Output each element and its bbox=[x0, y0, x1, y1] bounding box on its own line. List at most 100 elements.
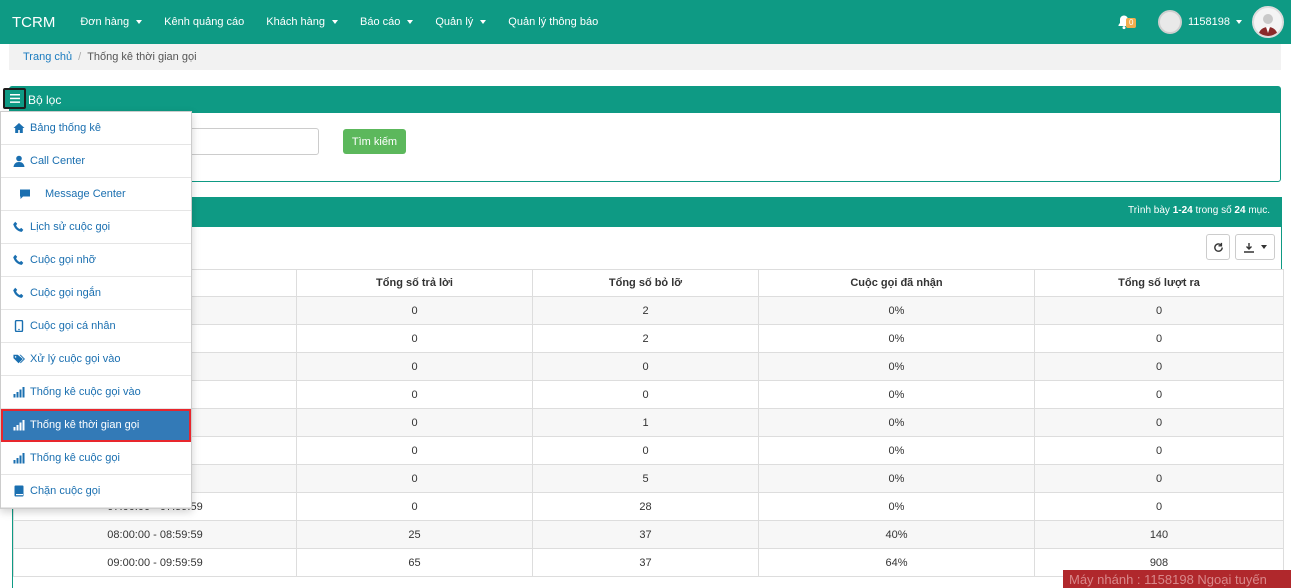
menu-item-incoming-stats[interactable]: Thống kê cuộc gọi vào bbox=[1, 376, 191, 409]
cell-outgoing: 140 bbox=[1034, 520, 1284, 549]
cell-answered: 0 bbox=[296, 436, 533, 465]
breadcrumb-home-link[interactable]: Trang chủ bbox=[23, 51, 72, 63]
user-icon bbox=[13, 155, 25, 167]
extension-status-bar: Máy nhánh : 1158198 Ngoại tuyến bbox=[1063, 570, 1291, 588]
menu-item-label: Thống kê cuộc gọi bbox=[30, 452, 120, 464]
filter-panel: Bộ lọc Tìm kiếm bbox=[9, 86, 1281, 182]
filter-panel-header: Bộ lọc bbox=[10, 87, 1280, 113]
nav-management[interactable]: Quản lý bbox=[424, 16, 497, 28]
menu-toggle-button[interactable] bbox=[3, 88, 26, 109]
menu-item-short-calls[interactable]: Cuộc gọi ngắn bbox=[1, 277, 191, 310]
report-panel-header: Trình bày 1-24 trong số 24 mục. bbox=[13, 197, 1281, 227]
table-row: 08:00:00 - 08:59:59 25 37 40% 140 bbox=[13, 520, 1284, 549]
summary-suffix: mục. bbox=[1245, 205, 1270, 216]
cell-outgoing: 0 bbox=[1034, 324, 1284, 353]
tags-icon bbox=[13, 353, 25, 365]
cell-answered: 0 bbox=[296, 408, 533, 437]
column-header-received-rate[interactable]: Cuộc gọi đã nhận bbox=[758, 269, 1035, 297]
top-navbar: TCRM Đơn hàng Kênh quảng cáo Khách hàng … bbox=[0, 0, 1291, 44]
cell-answered: 0 bbox=[296, 324, 533, 353]
cell-missed: 2 bbox=[532, 296, 759, 325]
menu-item-label: Cuộc gọi nhỡ bbox=[30, 254, 96, 266]
menu-item-personal-calls[interactable]: Cuộc gọi cá nhân bbox=[1, 310, 191, 343]
mobile-icon bbox=[13, 320, 25, 332]
breadcrumb: Trang chủ / Thống kê thời gian gọi bbox=[9, 44, 1281, 70]
menu-item-call-duration-stats[interactable]: Thống kê thời gian gọi bbox=[1, 409, 191, 442]
cell-missed: 28 bbox=[532, 492, 759, 521]
table-row: 07:00:00 - 07:59:590280%0 bbox=[13, 492, 1284, 521]
export-icon bbox=[1244, 242, 1254, 253]
notification-bell[interactable]: 0 bbox=[1116, 10, 1140, 34]
table-row: 59010%0 bbox=[13, 408, 1284, 437]
menu-item-call-stats[interactable]: Thống kê cuộc gọi bbox=[1, 442, 191, 475]
user-status-avatar bbox=[1157, 10, 1182, 34]
table-toolbar bbox=[1206, 234, 1275, 260]
export-button[interactable] bbox=[1235, 234, 1275, 260]
message-icon bbox=[19, 188, 31, 200]
refresh-button[interactable] bbox=[1206, 234, 1230, 260]
menu-item-call-center[interactable]: Call Center bbox=[1, 145, 191, 178]
breadcrumb-separator: / bbox=[78, 51, 82, 63]
column-header-outgoing[interactable]: Tổng số lượt ra bbox=[1034, 269, 1284, 297]
cell-outgoing: 0 bbox=[1034, 380, 1284, 409]
cell-received-rate: 64% bbox=[758, 548, 1035, 577]
cell-outgoing: 0 bbox=[1034, 408, 1284, 437]
cell-received-rate: 40% bbox=[758, 520, 1035, 549]
cell-received-rate: 0% bbox=[758, 436, 1035, 465]
cell-missed: 5 bbox=[532, 464, 759, 493]
cell-outgoing: 0 bbox=[1034, 296, 1284, 325]
cell-missed: 37 bbox=[532, 548, 759, 577]
caret-down-icon bbox=[1236, 20, 1242, 24]
table-row: 59000%0 bbox=[13, 352, 1284, 381]
summary-mid: trong số bbox=[1192, 205, 1235, 216]
user-menu-toggle[interactable]: 1158198 bbox=[1157, 10, 1242, 34]
nav-notification-management[interactable]: Quản lý thông báo bbox=[497, 16, 609, 28]
cell-missed: 1 bbox=[532, 408, 759, 437]
cell-received-rate: 0% bbox=[758, 408, 1035, 437]
table-row: 59020%0 bbox=[13, 324, 1284, 353]
cell-answered: 0 bbox=[296, 296, 533, 325]
cell-time: 09:00:00 - 09:59:59 bbox=[13, 548, 297, 577]
menu-item-dashboard[interactable]: Bảng thống kê bbox=[1, 112, 191, 145]
search-input[interactable] bbox=[170, 128, 319, 155]
pagination-summary: Trình bày 1-24 trong số 24 mục. bbox=[1128, 205, 1270, 216]
nav-ad-channels[interactable]: Kênh quảng cáo bbox=[153, 16, 255, 28]
nav-customers[interactable]: Khách hàng bbox=[255, 16, 349, 28]
cell-received-rate: 0% bbox=[758, 352, 1035, 381]
search-button[interactable]: Tìm kiếm bbox=[343, 129, 406, 154]
table-row: 59050%0 bbox=[13, 464, 1284, 493]
nav-reports[interactable]: Báo cáo bbox=[349, 16, 424, 28]
menu-item-message-center[interactable]: Message Center bbox=[1, 178, 191, 211]
menu-item-missed-calls[interactable]: Cuộc gọi nhỡ bbox=[1, 244, 191, 277]
menu-item-label: Cuộc gọi ngắn bbox=[30, 287, 101, 299]
cell-missed: 0 bbox=[532, 352, 759, 381]
cell-outgoing: 0 bbox=[1034, 436, 1284, 465]
cell-received-rate: 0% bbox=[758, 464, 1035, 493]
caret-down-icon bbox=[407, 20, 414, 24]
table-row: 59020%0 bbox=[13, 296, 1284, 325]
cell-received-rate: 0% bbox=[758, 324, 1035, 353]
caret-down-icon bbox=[480, 20, 487, 24]
report-panel: Trình bày 1-24 trong số 24 mục. Tổng số … bbox=[12, 197, 1284, 588]
book-icon bbox=[13, 485, 25, 497]
nav-notification-management-label: Quản lý thông báo bbox=[508, 16, 599, 28]
cell-answered: 65 bbox=[296, 548, 533, 577]
column-header-missed[interactable]: Tổng số bỏ lỡ bbox=[532, 269, 759, 297]
avatar[interactable] bbox=[1252, 6, 1284, 38]
nav-orders[interactable]: Đơn hàng bbox=[69, 16, 153, 28]
signal-icon bbox=[13, 452, 25, 464]
menu-item-label: Lịch sử cuộc gọi bbox=[30, 221, 111, 233]
table-header-row: Tổng số trả lời Tổng số bỏ lỡ Cuộc gọi đ… bbox=[13, 269, 1284, 297]
caret-down-icon bbox=[332, 20, 338, 24]
cell-answered: 0 bbox=[296, 492, 533, 521]
menu-item-label: Thống kê thời gian gọi bbox=[30, 419, 140, 431]
column-header-answered[interactable]: Tổng số trả lời bbox=[296, 269, 533, 297]
nav-reports-label: Báo cáo bbox=[360, 16, 401, 28]
brand-logo[interactable]: TCRM bbox=[0, 14, 69, 31]
filter-panel-title: Bộ lọc bbox=[28, 93, 62, 107]
menu-item-call-history[interactable]: Lịch sử cuộc gọi bbox=[1, 211, 191, 244]
menu-item-block-calls[interactable]: Chặn cuộc gọi bbox=[1, 475, 191, 508]
menu-item-incoming-handling[interactable]: Xử lý cuộc gọi vào bbox=[1, 343, 191, 376]
nav-management-label: Quản lý bbox=[435, 16, 474, 28]
navbar-right: 0 1158198 bbox=[1116, 0, 1291, 44]
